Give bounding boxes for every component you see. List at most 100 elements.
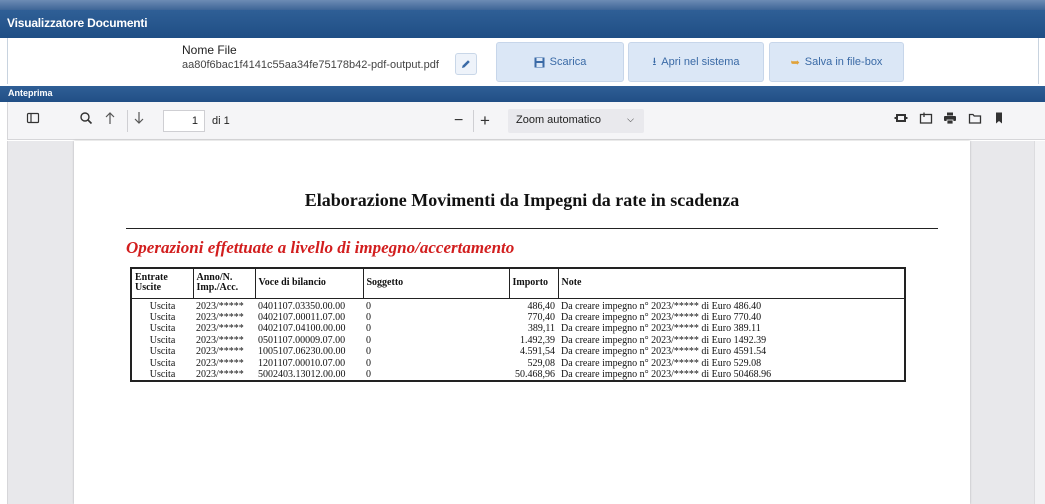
cell-tipo: Uscita — [149, 323, 176, 335]
operations-table: Entrate Uscite Anno/N. Imp./Acc. Voce di… — [130, 267, 906, 382]
cell-anno: 2023/***** — [196, 357, 244, 369]
save-document-button[interactable] — [968, 111, 982, 125]
pdf-viewer-area[interactable]: Elaborazione Movimenti da Impegni da rat… — [7, 141, 1045, 504]
cell-voce: 0401107.03350.00.00 — [258, 300, 346, 312]
cell-soggetto: 0 — [366, 300, 371, 312]
save-filebox-button[interactable]: ➥ Salva in file-box — [769, 42, 904, 82]
cell-soggetto: 0 — [366, 357, 371, 369]
cell-anno: 2023/***** — [196, 369, 244, 380]
cell-tipo: Uscita — [149, 334, 176, 346]
file-bar: Nome File aa80f6bac1f4141c55aa34fe75178b… — [7, 38, 1039, 84]
document-title: Elaborazione Movimenti da Impegni da rat… — [304, 190, 740, 210]
header-anno: Anno/N. Imp./Acc. — [192, 267, 256, 299]
open-file-icon — [919, 112, 933, 124]
open-in-system-button[interactable]: ⭳ Apri nel sistema — [628, 42, 764, 82]
page-count-label: di 1 — [212, 115, 230, 127]
bookmark-icon — [996, 112, 1002, 124]
zoom-out-button[interactable]: − — [454, 112, 463, 130]
header-entrate-uscite: Entrate Uscite — [130, 267, 194, 299]
cell-note: Da creare impegno n° 2023/***** di Euro … — [561, 346, 767, 358]
filebox-arrow-icon: ➥ — [790, 56, 800, 69]
print-button[interactable] — [943, 111, 957, 125]
next-page-button[interactable] — [133, 111, 145, 125]
cell-voce: 0501107.00009.07.00 — [258, 334, 346, 346]
cell-soggetto: 0 — [366, 346, 371, 358]
cell-importo: 4.591,54 — [520, 346, 555, 358]
cell-soggetto: 0 — [366, 323, 371, 335]
cell-importo: 389,11 — [527, 323, 555, 335]
toolbar-separator — [127, 110, 128, 132]
cell-tipo: Uscita — [149, 369, 176, 380]
pdf-page: Elaborazione Movimenti da Impegni da rat… — [74, 141, 970, 504]
table-row: Uscita 2023/***** 1201107.00010.07.00 0 … — [131, 358, 905, 370]
top-strip — [0, 0, 1045, 10]
sidebar-toggle-button[interactable] — [26, 111, 40, 125]
table-row: Uscita 2023/***** 0402107.04100.00.00 0 … — [131, 323, 905, 335]
search-button[interactable] — [79, 111, 93, 125]
cell-soggetto: 0 — [366, 311, 371, 323]
toolbar-separator-zoom — [473, 110, 474, 132]
window-title: Visualizzatore Documenti — [0, 10, 1045, 38]
cell-voce: 1005107.06230.00.00 — [258, 346, 346, 358]
zoom-in-button[interactable]: + — [480, 111, 490, 131]
print-icon — [944, 112, 956, 125]
table-row: Uscita 2023/***** 1005107.06230.00.00 0 … — [131, 346, 905, 358]
header-importo: Importo — [508, 267, 559, 299]
header-note: Note — [557, 267, 906, 299]
cell-anno: 2023/***** — [196, 334, 244, 346]
cell-importo: 50.468,96 — [515, 369, 555, 380]
pencil-icon — [462, 60, 470, 68]
cell-tipo: Uscita — [149, 311, 176, 323]
document-subtitle: Operazioni effettuate a livello di impeg… — [126, 238, 515, 257]
file-name-label: Nome File — [182, 43, 237, 57]
cell-note: Da creare impegno n° 2023/***** di Euro … — [561, 369, 772, 380]
cell-note: Da creare impegno n° 2023/***** di Euro … — [561, 357, 762, 369]
document-viewer-window: Visualizzatore Documenti Nome File aa80f… — [0, 0, 1045, 504]
rename-button[interactable] — [455, 53, 477, 75]
sidebar-toggle-icon — [26, 112, 40, 124]
header-c1-line2: Uscite — [135, 282, 162, 294]
cell-tipo: Uscita — [149, 300, 176, 312]
header-soggetto: Soggetto — [362, 267, 510, 299]
download-button[interactable]: Scarica — [496, 42, 624, 82]
cell-anno: 2023/***** — [196, 311, 244, 323]
viewer-scrollbar[interactable] — [1034, 141, 1045, 504]
cell-note: Da creare impegno n° 2023/***** di Euro … — [561, 323, 761, 335]
download-arrow-icon: ⭳ — [652, 55, 657, 68]
open-file-button[interactable] — [919, 111, 933, 125]
presentation-mode-button[interactable] — [894, 111, 908, 125]
cell-importo: 486,40 — [527, 300, 556, 312]
cell-anno: 2023/***** — [196, 346, 244, 358]
minus-icon: − — [454, 112, 464, 129]
cell-voce: 1201107.00010.07.00 — [258, 357, 346, 369]
header-c2-line2: Imp./Acc. — [196, 282, 239, 294]
previous-page-button[interactable] — [104, 111, 116, 125]
cell-tipo: Uscita — [149, 357, 176, 369]
table-body: Uscita 2023/***** 0401107.03350.00.00 0 … — [131, 298, 905, 381]
cell-anno: 2023/***** — [196, 323, 244, 335]
zoom-select[interactable]: Zoom automatico ⌵ — [508, 109, 644, 133]
header-voce-bilancio: Voce di bilancio — [254, 267, 364, 299]
cell-voce: 5002403.13012.00.00 — [258, 369, 346, 380]
cell-note: Da creare impegno n° 2023/***** di Euro … — [561, 334, 767, 346]
table-row: Uscita 2023/***** 5002403.13012.00.00 0 … — [131, 369, 905, 381]
cell-soggetto: 0 — [366, 369, 371, 380]
page-number-input[interactable]: 1 — [163, 110, 205, 132]
pdf-toolbar: 1 di 1 − + Zoom automatico ⌵ — [7, 102, 1045, 140]
search-icon — [80, 112, 93, 125]
table-row: Uscita 2023/***** 0501107.00009.07.00 0 … — [131, 335, 905, 347]
preview-section-title: Anteprima — [0, 86, 1045, 102]
cell-voce: 0402107.00011.07.00 — [258, 311, 346, 323]
file-name-value: aa80f6bac1f4141c55aa34fe75178b42-pdf-out… — [182, 59, 439, 71]
presentation-icon — [894, 114, 908, 122]
save-disk-icon — [534, 57, 545, 67]
plus-icon: + — [480, 111, 490, 130]
bookmark-button[interactable] — [993, 111, 1005, 125]
arrow-up-icon — [105, 112, 115, 124]
chevron-down-icon: ⌵ — [627, 114, 634, 124]
cell-voce: 0402107.04100.00.00 — [258, 323, 346, 335]
open-system-label: Apri nel sistema — [661, 56, 740, 68]
cell-importo: 1.492,39 — [520, 334, 555, 346]
arrow-down-icon — [134, 112, 144, 124]
table-header-row: Entrate Uscite Anno/N. Imp./Acc. Voce di… — [130, 267, 906, 299]
